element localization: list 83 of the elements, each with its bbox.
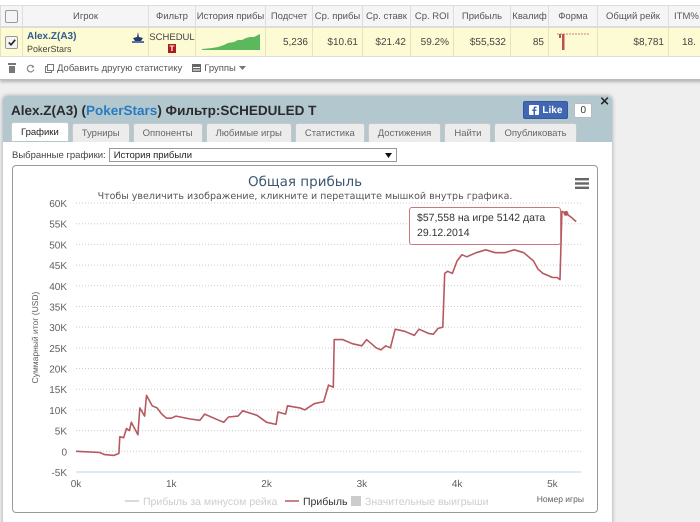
facebook-logo (529, 105, 540, 115)
table-cell: 5,236 (265, 28, 312, 56)
table-cell: $8,781 (597, 28, 668, 56)
like-button[interactable]: Like (523, 101, 568, 119)
x-axis-label: 1k (166, 479, 177, 490)
select-label: Выбранные графики: (12, 150, 106, 160)
tab[interactable]: Найти (444, 123, 492, 142)
column-header[interactable]: Общий рейк (597, 6, 668, 26)
y-axis-label: -5K (51, 468, 67, 479)
profit-sparkline (202, 34, 260, 50)
tab[interactable]: Графики (11, 122, 69, 141)
x-axis-label: 0k (70, 479, 82, 490)
filter-badge: T (168, 44, 176, 52)
x-axis-title: Номер игры (536, 494, 584, 504)
y-axis-label: 60K (49, 199, 67, 210)
column-header[interactable]: Ср. ROI (410, 6, 453, 26)
chart-subtitle: Чтобы увеличить изображение, кликните и перетащите мышкой внутрь графика. (98, 191, 512, 202)
y-axis-label: 10K (49, 406, 67, 417)
refresh-icon[interactable] (26, 64, 35, 72)
copy-icon (45, 64, 54, 72)
tab[interactable]: Опубликовать (494, 123, 577, 142)
y-axis-label: 0 (61, 447, 67, 458)
y-axis-label: 15K (49, 385, 67, 396)
y-axis-title: Суммарный итог (USD) (30, 292, 40, 384)
tab[interactable]: Статистика (294, 123, 365, 142)
table-cell: 59.2% (410, 28, 453, 56)
caret-icon (384, 152, 392, 158)
y-axis-label: 45K (49, 261, 67, 272)
legend-item[interactable]: Прибыль (285, 496, 348, 508)
x-axis-label: 4k (452, 479, 462, 490)
y-axis-label: 50K (49, 240, 67, 252)
tab[interactable]: Любимые игры (206, 123, 292, 142)
y-axis-label: 55K (49, 220, 67, 231)
y-axis-label: 5K (54, 426, 67, 438)
add-stat-button[interactable]: Добавить другую статистику (45, 62, 182, 74)
table-cell: 18. (668, 28, 700, 56)
caret-icon (238, 66, 246, 70)
tab[interactable]: Турниры (72, 123, 130, 142)
site-name: PokerStars (27, 44, 73, 54)
trash-icon[interactable] (8, 63, 16, 73)
column-header[interactable]: Подсчет (265, 6, 312, 26)
column-header[interactable]: История прибы (195, 6, 265, 26)
filter-name: SCHEDUL (149, 32, 195, 42)
close-button[interactable]: × (599, 94, 610, 109)
column-header[interactable]: Ср. ставк (362, 6, 410, 26)
x-axis-label: 3k (356, 479, 368, 490)
y-axis-label: 20K (49, 364, 67, 376)
column-header[interactable]: Форма (548, 6, 597, 26)
tab[interactable]: Достижения (368, 123, 442, 142)
column-header[interactable]: ITM% (668, 6, 700, 26)
table-row[interactable]: Alex.Z(A3) PokerStars SCHEDUL T 5,236 $10.61 $21.42 59.2% $55,532 85 $8,781 18. (0, 27, 700, 57)
y-axis-label: 30K (49, 323, 67, 334)
x-axis-label: 5k (547, 479, 558, 490)
column-header[interactable]: Игрок (22, 6, 148, 26)
chart-title: Общая прибыль (248, 174, 362, 190)
y-axis-label: 40K (49, 282, 67, 293)
column-header[interactable]: Квалиф (510, 6, 548, 26)
table-cell: $21.42 (362, 28, 410, 56)
chart-tooltip: $57,558 на игре 5142 дата 29.12.2014 (409, 207, 561, 245)
list-icon (192, 64, 202, 72)
tab[interactable]: Оппоненты (132, 123, 203, 142)
legend-label: Прибыль (303, 496, 348, 508)
ship-icon (132, 32, 144, 43)
check-icon (8, 38, 16, 46)
table-cell: $55,532 (453, 28, 510, 56)
menu-icon[interactable] (575, 178, 589, 189)
x-axis-label: 2k (261, 479, 272, 490)
y-axis-label: 25K (49, 344, 67, 355)
y-axis-label: 35K (49, 302, 67, 314)
point-marker (563, 210, 568, 216)
table-cell: $10.61 (312, 28, 362, 56)
groups-button[interactable]: Группы (192, 62, 246, 74)
column-header[interactable]: Ср. прибы (312, 6, 362, 26)
checkbox[interactable] (5, 10, 18, 22)
player-name[interactable]: Alex.Z(A3) (27, 30, 76, 42)
form-chart-drawing (557, 32, 589, 52)
checkbox[interactable] (5, 36, 18, 48)
column-header[interactable]: Прибыль (453, 6, 510, 26)
panel-title: Alex.Z(A3) (PokerStars) Фильтр:SCHEDULED T (11, 102, 316, 118)
column-header[interactable]: Фильтр (148, 6, 195, 26)
like-count: 0 (574, 102, 592, 118)
graph-select[interactable]: История прибыли (108, 148, 397, 162)
table-cell: 85 (510, 28, 548, 56)
